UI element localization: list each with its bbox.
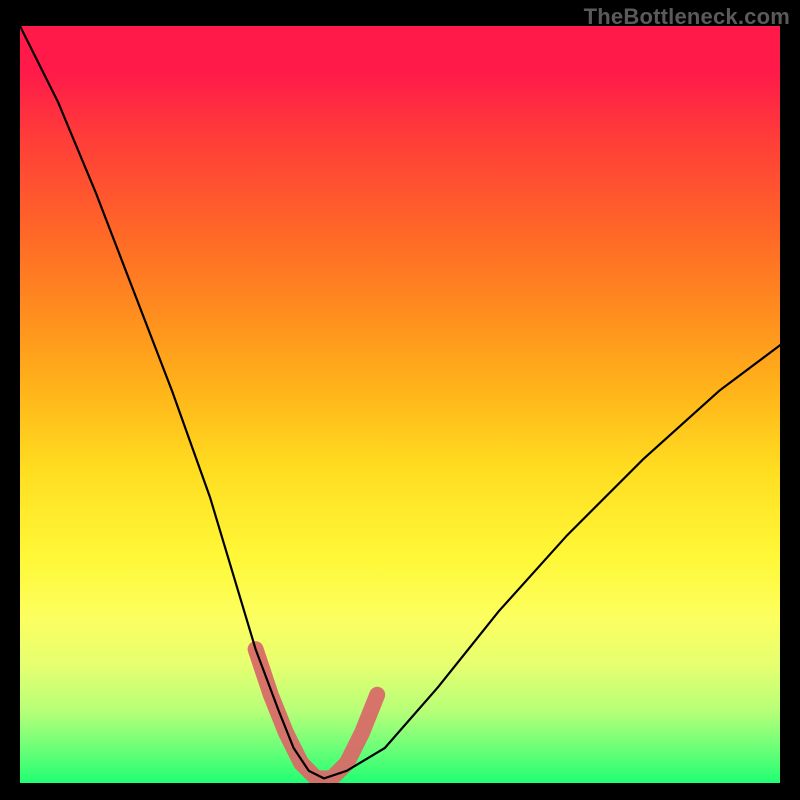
plot-area <box>20 26 780 786</box>
watermark-text: TheBottleneck.com <box>584 4 790 30</box>
optimal-range-highlight <box>256 649 378 778</box>
chart-stage: TheBottleneck.com <box>0 0 800 800</box>
bottleneck-curve <box>20 26 780 778</box>
chart-svg <box>20 26 780 786</box>
